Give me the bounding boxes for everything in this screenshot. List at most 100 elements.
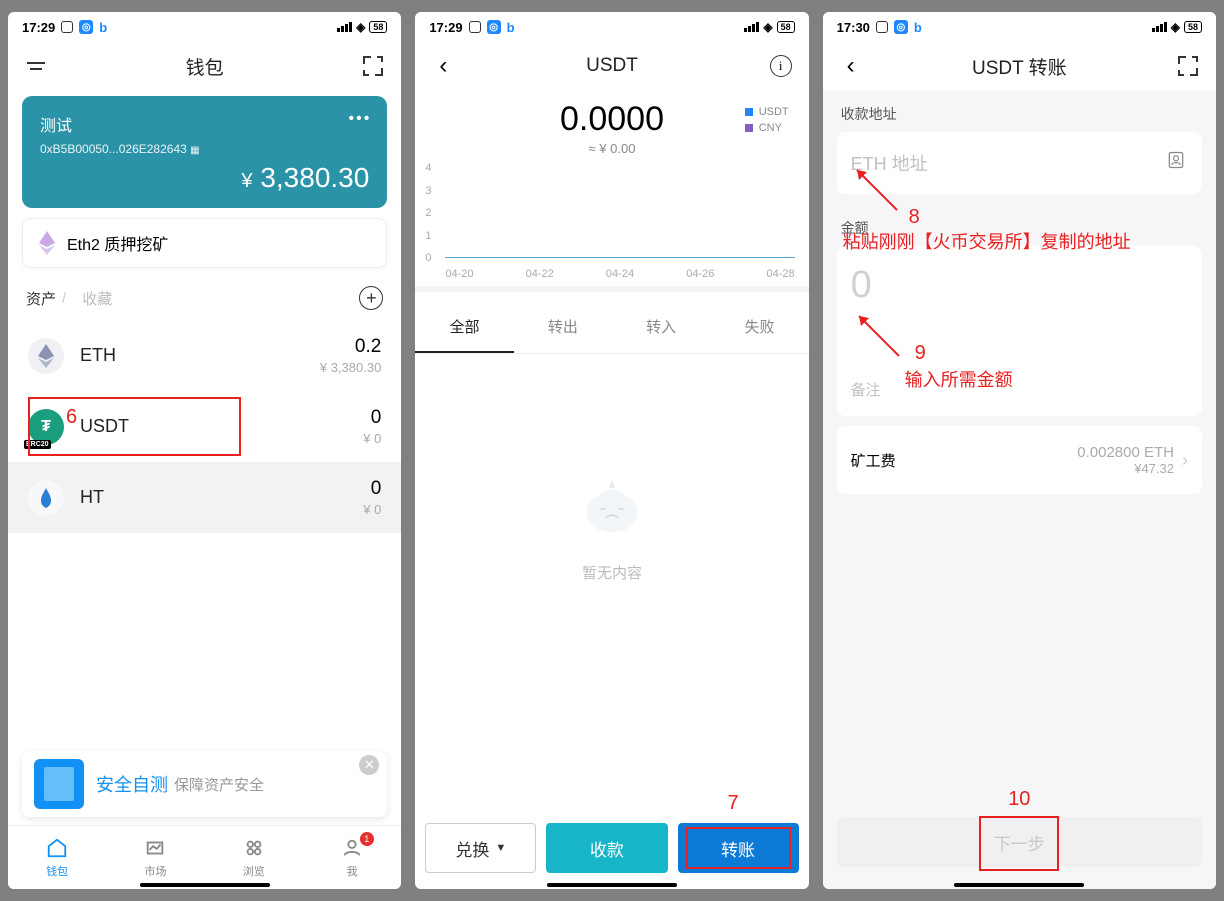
tab-me[interactable]: 我 1 <box>303 826 401 889</box>
action-bar: 兑换▼ 收款 转账 <box>425 823 798 873</box>
back-icon[interactable]: ‹ <box>429 52 457 80</box>
usdt-asset-icon: ₮ERC20 <box>28 409 64 445</box>
status-app-icon-b: b <box>507 20 515 35</box>
info-icon[interactable]: i <box>767 52 795 80</box>
nav-bar: ‹ USDT 转账 <box>823 42 1216 90</box>
signal-icon <box>744 22 759 32</box>
status-bar: 17:29 ◎ b ◈ 58 <box>8 12 401 42</box>
tx-tab-out[interactable]: 转出 <box>514 302 612 353</box>
eth-icon <box>39 231 55 255</box>
qr-mini-icon[interactable]: ▦ <box>190 145 199 156</box>
phone-usdt-detail-screen: 17:29 ◎ b ◈ 58 ‹ USDT i 0.0000 ≈ ¥ 0.00 … <box>415 12 808 889</box>
tab-market[interactable]: 市场 <box>106 826 204 889</box>
nav-bar: ‹ USDT i <box>415 42 808 90</box>
balance-block: 0.0000 ≈ ¥ 0.00 USDT CNY <box>415 100 808 156</box>
next-button[interactable]: 下一步 <box>837 817 1202 867</box>
ht-asset-icon <box>28 480 64 516</box>
tab-browse[interactable]: 浏览 <box>205 826 303 889</box>
back-icon[interactable]: ‹ <box>837 52 865 80</box>
receive-button[interactable]: 收款 <box>546 823 667 873</box>
status-recording-icon <box>876 21 888 33</box>
miner-fee-row[interactable]: 矿工费 0.002800 ETH ¥47.32 › <box>837 426 1202 494</box>
home-indicator[interactable] <box>140 883 270 887</box>
exchange-button[interactable]: 兑换▼ <box>425 823 536 873</box>
tab-wallet[interactable]: 钱包 <box>8 826 106 889</box>
asset-fiat: ¥ 0 <box>363 431 381 446</box>
chart-legend: USDT CNY <box>745 106 789 138</box>
legend-usdt-color <box>745 108 753 116</box>
nav-bar: 钱包 <box>8 42 401 90</box>
status-time: 17:30 <box>837 20 870 35</box>
status-app-icon-b: b <box>914 20 922 35</box>
chart-x-axis: 04-2004-2204-2404-2604-28 <box>445 268 794 280</box>
scan-icon[interactable] <box>1174 52 1202 80</box>
battery-icon: 58 <box>777 21 795 33</box>
wallet-name: 测试 <box>40 112 369 136</box>
wifi-icon: ◈ <box>763 20 772 34</box>
asset-amount: 0 <box>363 478 381 500</box>
chevron-down-icon: ▼ <box>495 842 506 854</box>
close-icon[interactable]: ✕ <box>359 755 379 775</box>
home-indicator[interactable] <box>547 883 677 887</box>
wallet-menu-icon[interactable]: ••• <box>349 110 372 128</box>
contact-icon[interactable] <box>1166 150 1186 176</box>
signal-icon <box>337 22 352 32</box>
fee-label: 矿工费 <box>851 450 896 471</box>
empty-illustration <box>572 474 652 544</box>
address-placeholder: ETH 地址 <box>851 154 928 174</box>
status-time: 17:29 <box>22 20 55 35</box>
phone-wallet-screen: 17:29 ◎ b ◈ 58 钱包 测试 0xB5B00050...026E28… <box>8 12 401 889</box>
asset-row-eth[interactable]: ETH 0.2 ¥ 3,380.30 <box>8 320 401 391</box>
tx-tab-in[interactable]: 转入 <box>612 302 710 353</box>
amount-input[interactable]: 0 备注 <box>837 246 1202 416</box>
scan-icon[interactable] <box>359 52 387 80</box>
send-button[interactable]: 转账 <box>678 823 799 873</box>
menu-icon[interactable] <box>22 52 50 80</box>
signal-icon <box>1152 22 1167 32</box>
status-app-icon-b: b <box>99 20 107 35</box>
asset-row-usdt[interactable]: ₮ERC20 USDT 0 ¥ 0 <box>8 391 401 462</box>
battery-icon: 58 <box>1184 21 1202 33</box>
eth-asset-icon <box>28 338 64 374</box>
notification-badge: 1 <box>360 832 374 846</box>
home-indicator[interactable] <box>954 883 1084 887</box>
bottom-tab-bar: 钱包 市场 浏览 我 1 <box>8 825 401 889</box>
remark-placeholder[interactable]: 备注 <box>851 379 881 400</box>
tab-favorites[interactable]: 收藏 <box>82 288 112 309</box>
asset-section-header: 资产 / 收藏 + <box>8 282 401 320</box>
battery-icon: 58 <box>369 21 387 33</box>
tx-tab-fail[interactable]: 失败 <box>710 302 808 353</box>
asset-symbol: USDT <box>80 416 129 437</box>
status-bar: 17:30 ◎ b ◈ 58 <box>823 12 1216 42</box>
amount-placeholder: 0 <box>851 264 1188 307</box>
banner-subtitle: 保障资产安全 <box>174 774 264 795</box>
address-input[interactable]: ETH 地址 <box>837 132 1202 194</box>
banner-title: 安全自测 <box>96 771 168 797</box>
status-app-icon-a: ◎ <box>79 20 93 34</box>
add-asset-icon[interactable]: + <box>359 286 383 310</box>
asset-row-ht[interactable]: HT 0 ¥ 0 <box>8 462 401 533</box>
divider <box>415 353 808 354</box>
status-time: 17:29 <box>429 20 462 35</box>
page-title: USDT 转账 <box>823 53 1216 80</box>
status-recording-icon <box>61 21 73 33</box>
balance-chart: 43210 04-2004-2204-2404-2604-28 <box>415 156 808 286</box>
chevron-right-icon: › <box>1182 450 1188 471</box>
chart-data-line <box>445 257 794 258</box>
asset-amount: 0 <box>363 407 381 429</box>
status-recording-icon <box>469 21 481 33</box>
wallet-card[interactable]: 测试 0xB5B00050...026E282643 ▦ ••• ¥ 3,380… <box>22 96 387 208</box>
phone-transfer-screen: 17:30 ◎ b ◈ 58 ‹ USDT 转账 收款地址 ETH 地址 <box>823 12 1216 889</box>
tab-assets[interactable]: 资产 <box>26 288 56 309</box>
tx-tab-all[interactable]: 全部 <box>415 302 513 353</box>
fee-value: 0.002800 ETH ¥47.32 <box>1077 444 1174 476</box>
asset-fiat: ¥ 3,380.30 <box>320 360 381 375</box>
empty-text: 暂无内容 <box>582 562 642 583</box>
asset-amount: 0.2 <box>320 336 381 358</box>
security-banner[interactable]: 安全自测 保障资产安全 ✕ <box>22 751 387 817</box>
wifi-icon: ◈ <box>1171 20 1180 34</box>
staking-label: Eth2 质押挖矿 <box>67 231 168 255</box>
eth2-staking-row[interactable]: Eth2 质押挖矿 <box>22 218 387 268</box>
legend-cny-color <box>745 124 753 132</box>
banner-icon <box>34 759 84 809</box>
